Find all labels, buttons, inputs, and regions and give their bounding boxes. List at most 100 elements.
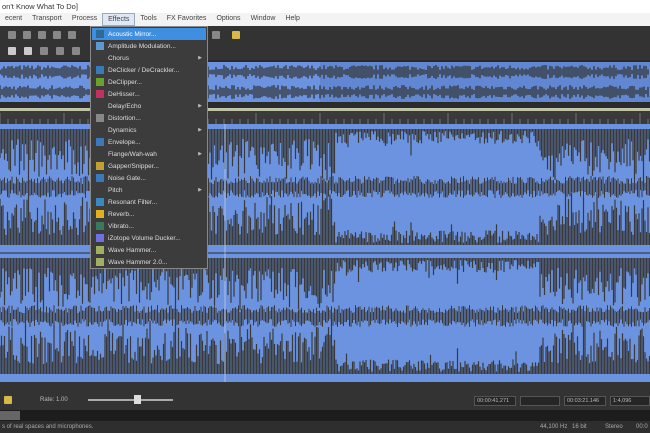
- blank-icon: [96, 150, 104, 158]
- dehiss-icon: [96, 90, 104, 98]
- filter-icon: [96, 198, 104, 206]
- submenu-arrow-icon: ▶: [198, 55, 202, 61]
- menu-item-noise-gate[interactable]: Noise Gate...: [92, 172, 206, 184]
- blank-icon: [96, 102, 104, 110]
- envelope-icon: [96, 138, 104, 146]
- cursor-position[interactable]: 00:00:41.271: [474, 396, 516, 406]
- menu-help[interactable]: Help: [280, 13, 304, 26]
- go-start-icon[interactable]: [40, 47, 48, 55]
- menu-item-chorus[interactable]: Chorus ▶: [92, 52, 206, 64]
- gapper-icon: [96, 162, 104, 170]
- menu-process[interactable]: Process: [67, 13, 102, 26]
- menu-options[interactable]: Options: [211, 13, 245, 26]
- menu-bar: ecent Transport Process Effects Tools FX…: [0, 13, 650, 26]
- menu-item-distortion[interactable]: Distortion...: [92, 112, 206, 124]
- submenu-arrow-icon: ▶: [198, 127, 202, 133]
- distortion-icon: [96, 114, 104, 122]
- menu-item-envelope[interactable]: Envelope...: [92, 136, 206, 148]
- cut-icon[interactable]: [8, 31, 16, 39]
- menu-item-label: Delay/Echo: [108, 102, 142, 110]
- file-length: 00:03:21.146: [564, 396, 606, 406]
- paste-icon[interactable]: [38, 31, 46, 39]
- menu-item-izotope-volume-ducker[interactable]: iZotope Volume Ducker...: [92, 232, 206, 244]
- hammer-icon: [96, 246, 104, 254]
- menu-item-label: Chorus: [108, 54, 129, 62]
- blank-icon: [96, 126, 104, 134]
- menu-fx-favorites[interactable]: FX Favorites: [162, 13, 212, 26]
- copy-icon[interactable]: [23, 31, 31, 39]
- menu-item-acoustic-mirror[interactable]: Acoustic Mirror...: [92, 28, 206, 40]
- menu-item-delay-echo[interactable]: Delay/Echo ▶: [92, 100, 206, 112]
- menu-item-label: iZotope Volume Ducker...: [108, 234, 181, 242]
- menu-effects[interactable]: Effects: [102, 13, 136, 26]
- zoom-ratio[interactable]: 1:4,096: [610, 396, 650, 406]
- menu-item-label: Reverb...: [108, 210, 135, 218]
- rate-slider-thumb[interactable]: [134, 395, 141, 404]
- effects-menu: Acoustic Mirror... Amplitude Modulation..…: [90, 26, 208, 269]
- blank-icon: [96, 186, 104, 194]
- menu-item-reverb[interactable]: Reverb...: [92, 208, 206, 220]
- vibrato-icon: [96, 222, 104, 230]
- reverb-icon: [96, 210, 104, 218]
- menu-item-label: DeClicker / DeCrackler...: [108, 66, 180, 74]
- menu-recent[interactable]: ecent: [0, 13, 27, 26]
- menu-item-label: Resonant Filter...: [108, 198, 158, 206]
- tool-icon[interactable]: [4, 396, 12, 404]
- plugin-icon[interactable]: [232, 31, 240, 39]
- dock-area: [0, 410, 650, 421]
- status-extra: 00:0: [636, 424, 648, 430]
- menu-item-label: Wave Hammer...: [108, 246, 157, 254]
- declick-icon: [96, 66, 104, 74]
- menu-item-label: Dynamics: [108, 126, 137, 134]
- menu-item-flange-wah-wah[interactable]: Flange/Wah-wah ▶: [92, 148, 206, 160]
- menu-item-declipper[interactable]: DeClipper...: [92, 76, 206, 88]
- channels: Stereo: [605, 424, 623, 430]
- status-bar: s of real spaces and microphones. 44,100…: [0, 421, 650, 433]
- rewind-icon[interactable]: [56, 47, 64, 55]
- menu-item-label: Envelope...: [108, 138, 141, 146]
- menu-window[interactable]: Window: [246, 13, 281, 26]
- menu-item-wave-hammer[interactable]: Wave Hammer...: [92, 244, 206, 256]
- trim-icon[interactable]: [68, 31, 76, 39]
- menu-item-label: Pitch: [108, 186, 123, 194]
- declip-icon: [96, 78, 104, 86]
- menu-item-dehisser[interactable]: DeHisser...: [92, 88, 206, 100]
- menu-item-gapper-snipper[interactable]: Gapper/Snipper...: [92, 160, 206, 172]
- dock-tab[interactable]: [0, 411, 20, 420]
- speaker-icon[interactable]: [212, 31, 220, 39]
- blank-icon: [96, 54, 104, 62]
- title-bar: on't Know What To Do]: [0, 0, 650, 13]
- menu-item-label: Flange/Wah-wah: [108, 150, 157, 158]
- menu-item-label: Gapper/Snipper...: [108, 162, 159, 170]
- menu-item-label: DeHisser...: [108, 90, 140, 98]
- submenu-arrow-icon: ▶: [198, 151, 202, 157]
- menu-item-label: Amplitude Modulation...: [108, 42, 176, 50]
- rate-label: Rate: 1.00: [40, 397, 68, 403]
- menu-item-resonant-filter[interactable]: Resonant Filter...: [92, 196, 206, 208]
- selection-field[interactable]: [520, 396, 560, 406]
- status-text: s of real spaces and microphones.: [2, 424, 94, 430]
- hammer-icon: [96, 258, 104, 266]
- bottom-bar: Rate: 1.00 00:00:41.271 00:03:21.146 1:4…: [0, 382, 650, 410]
- rate-slider[interactable]: [88, 399, 173, 401]
- menu-item-vibrato[interactable]: Vibrato...: [92, 220, 206, 232]
- menu-item-label: Noise Gate...: [108, 174, 146, 182]
- menu-transport[interactable]: Transport: [27, 13, 67, 26]
- submenu-arrow-icon: ▶: [198, 187, 202, 193]
- volume-icon: [96, 234, 104, 242]
- menu-item-wave-hammer-2-0[interactable]: Wave Hammer 2.0...: [92, 256, 206, 268]
- menu-tools[interactable]: Tools: [135, 13, 161, 26]
- menu-item-label: Distortion...: [108, 114, 141, 122]
- mix-icon[interactable]: [53, 31, 61, 39]
- submenu-arrow-icon: ▶: [198, 103, 202, 109]
- menu-item-label: Wave Hammer 2.0...: [108, 258, 168, 266]
- menu-item-declicker-decrackler[interactable]: DeClicker / DeCrackler...: [92, 64, 206, 76]
- sample-rate: 44,100 Hz: [540, 424, 568, 430]
- stop-icon[interactable]: [24, 47, 32, 55]
- menu-item-pitch[interactable]: Pitch ▶: [92, 184, 206, 196]
- menu-item-amplitude-modulation[interactable]: Amplitude Modulation...: [92, 40, 206, 52]
- pause-icon[interactable]: [8, 47, 16, 55]
- fast-forward-icon[interactable]: [72, 47, 80, 55]
- menu-item-dynamics[interactable]: Dynamics ▶: [92, 124, 206, 136]
- window-title: on't Know What To Do]: [2, 2, 78, 11]
